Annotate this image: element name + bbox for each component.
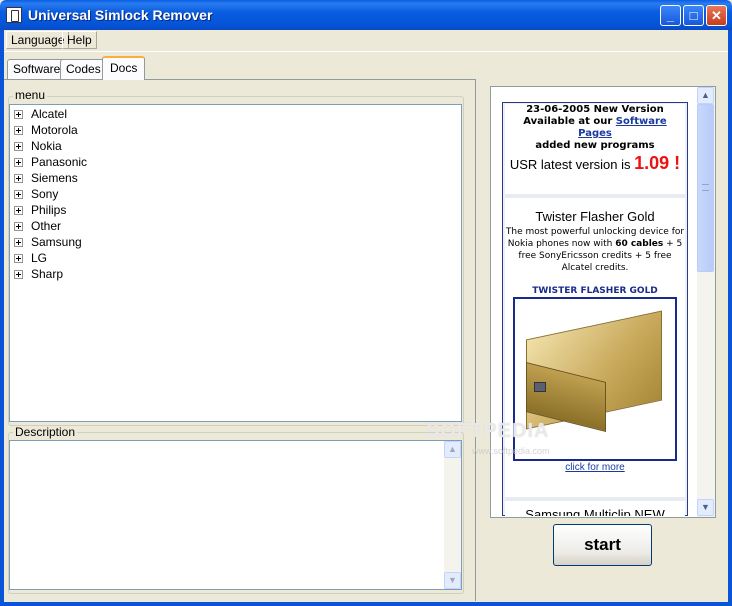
menu-tree[interactable] bbox=[9, 104, 462, 422]
product-port-icon bbox=[534, 382, 546, 392]
close-button[interactable]: ✕ bbox=[706, 5, 727, 26]
scroll-down-arrow-icon[interactable]: ▼ bbox=[697, 499, 714, 516]
tree-item-alcatel[interactable]: Alcatel bbox=[14, 106, 67, 122]
expand-plus-icon[interactable] bbox=[14, 222, 23, 231]
news-separator bbox=[505, 497, 685, 501]
tree-item-sharp[interactable]: Sharp bbox=[14, 266, 63, 282]
tab-docs[interactable]: Docs bbox=[102, 56, 146, 80]
news-headline: 23-06-2005 New Version Available at our … bbox=[505, 104, 685, 152]
expand-plus-icon[interactable] bbox=[14, 158, 23, 167]
tab-software[interactable]: Software bbox=[7, 59, 67, 79]
tree-item-label: LG bbox=[31, 251, 48, 265]
expand-plus-icon[interactable] bbox=[14, 270, 23, 279]
tree-item-samsung[interactable]: Samsung bbox=[14, 234, 82, 250]
twister-description: The most powerful unlocking device for N… bbox=[505, 226, 685, 274]
news-added-line: added new programs bbox=[535, 140, 655, 151]
tab-codes[interactable]: Codes bbox=[60, 59, 107, 79]
twister-caption: TWISTER FLASHER GOLD bbox=[532, 286, 658, 296]
tree-item-sony[interactable]: Sony bbox=[14, 186, 58, 202]
usr-version-prefix: USR latest version is bbox=[509, 157, 635, 172]
expand-plus-icon[interactable] bbox=[14, 254, 23, 263]
app-icon[interactable] bbox=[6, 7, 22, 23]
minimize-button[interactable]: _ bbox=[660, 5, 681, 26]
samsung-title: Samsung Multiclip NEW bbox=[525, 508, 665, 516]
expand-plus-icon[interactable] bbox=[14, 126, 23, 135]
scroll-up-arrow-icon[interactable]: ▲ bbox=[444, 441, 461, 458]
tree-item-label: Philips bbox=[31, 203, 67, 217]
window-title: Universal Simlock Remover bbox=[28, 7, 213, 23]
description-scrollbar[interactable] bbox=[444, 441, 461, 589]
news-available-line: Available at our Software Pages bbox=[505, 116, 685, 140]
expand-plus-icon[interactable] bbox=[14, 174, 23, 183]
twister-title: Twister Flasher Gold bbox=[535, 209, 655, 224]
tree-item-label: Other bbox=[31, 219, 62, 233]
thumb-grip-icon bbox=[702, 184, 709, 191]
expand-plus-icon[interactable] bbox=[14, 238, 23, 247]
expand-plus-icon[interactable] bbox=[14, 190, 23, 199]
expand-plus-icon[interactable] bbox=[14, 142, 23, 151]
news-available-prefix: Available at our bbox=[523, 116, 616, 127]
menu-separator bbox=[4, 51, 728, 52]
maximize-button[interactable]: □ bbox=[683, 5, 704, 26]
news-date-line: 23-06-2005 New Version bbox=[526, 104, 664, 115]
menu-bar bbox=[4, 30, 728, 50]
expand-plus-icon[interactable] bbox=[14, 110, 23, 119]
tree-item-label: Nokia bbox=[31, 139, 62, 153]
tree-item-label: Sony bbox=[31, 187, 59, 201]
description-textarea[interactable] bbox=[9, 440, 462, 590]
menu-group-label: menu bbox=[13, 88, 48, 102]
menu-language[interactable]: Language bbox=[6, 31, 70, 49]
tree-item-nokia[interactable]: Nokia bbox=[14, 138, 62, 154]
tree-item-label: Siemens bbox=[31, 171, 78, 185]
tree-item-label: Alcatel bbox=[31, 107, 68, 121]
description-group-label: Description bbox=[13, 425, 78, 439]
news-separator bbox=[505, 194, 685, 198]
tree-item-siemens[interactable]: Siemens bbox=[14, 170, 78, 186]
twister-desc-bold: 60 cables bbox=[615, 239, 664, 249]
tree-item-motorola[interactable]: Motorola bbox=[14, 122, 78, 138]
tree-item-philips[interactable]: Philips bbox=[14, 202, 66, 218]
usr-version-number: 1.09 ! bbox=[634, 153, 681, 173]
tree-item-label: Motorola bbox=[31, 123, 78, 137]
usr-version-line: USR latest version is 1.09 ! bbox=[505, 153, 685, 174]
tree-item-other[interactable]: Other bbox=[14, 218, 61, 234]
scroll-down-arrow-icon[interactable]: ▼ bbox=[444, 572, 461, 589]
click-for-more-link[interactable]: click for more bbox=[505, 462, 685, 473]
tree-item-panasonic[interactable]: Panasonic bbox=[14, 154, 87, 170]
tree-item-label: Panasonic bbox=[31, 155, 88, 169]
tree-item-label: Samsung bbox=[31, 235, 82, 249]
softpedia-watermark-url: www.softpedia.com bbox=[472, 446, 550, 456]
start-button[interactable]: start bbox=[553, 524, 652, 566]
tree-item-lg[interactable]: LG bbox=[14, 250, 47, 266]
tree-item-label: Sharp bbox=[31, 267, 64, 281]
menu-help[interactable]: Help bbox=[62, 31, 97, 49]
expand-plus-icon[interactable] bbox=[14, 206, 23, 215]
softpedia-watermark: SOFTPEDIA bbox=[426, 420, 550, 442]
scroll-up-arrow-icon[interactable]: ▲ bbox=[697, 87, 714, 104]
